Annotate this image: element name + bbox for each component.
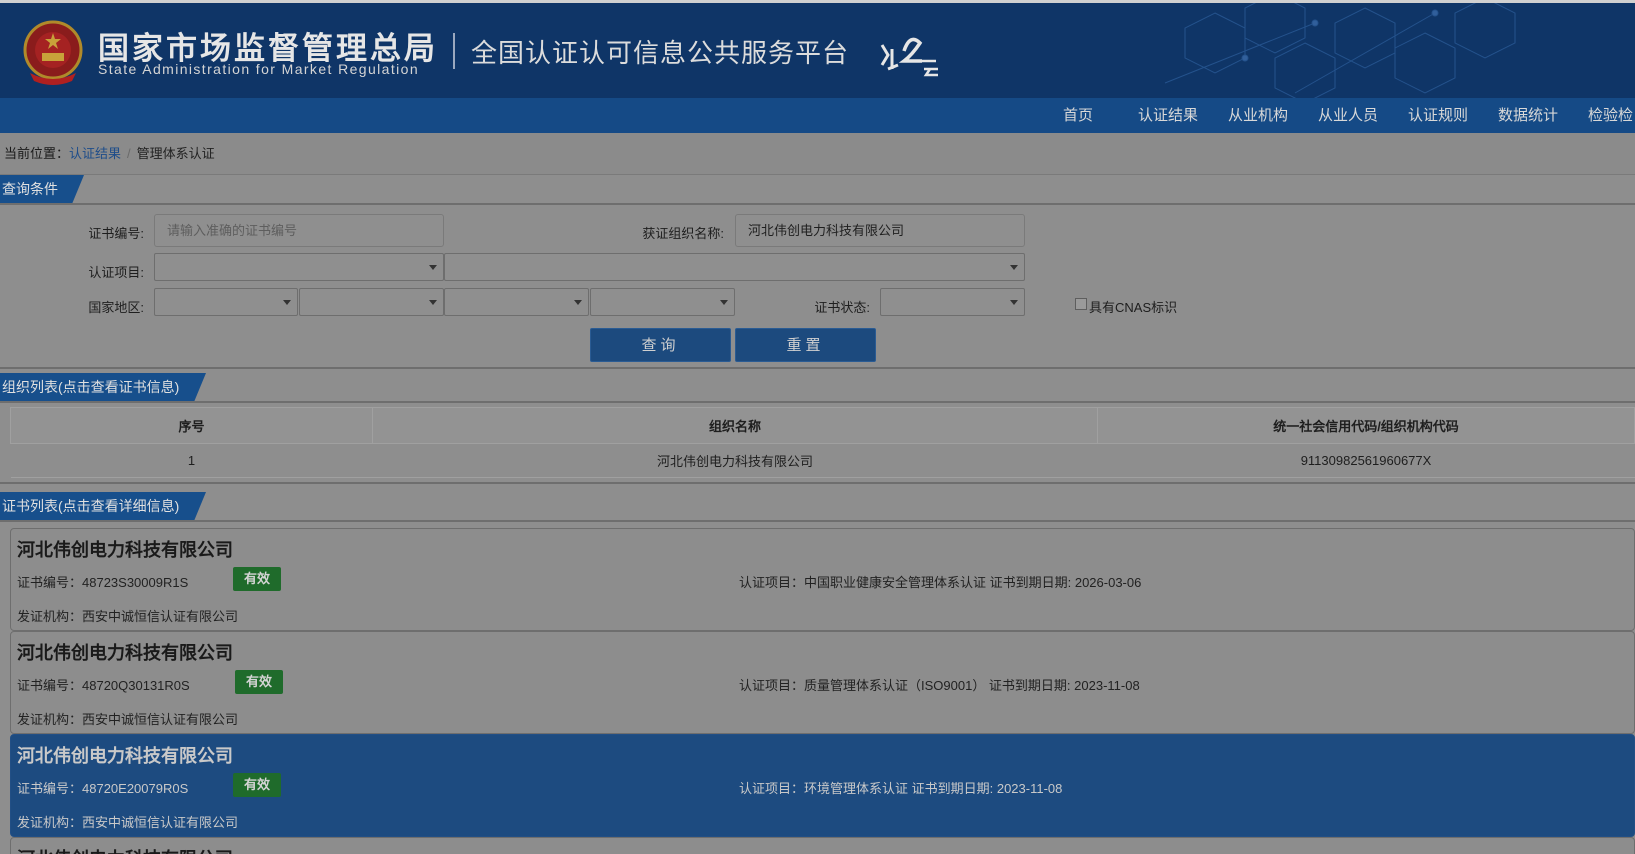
region-select-4[interactable]	[590, 288, 735, 316]
row-credit-code: 91130982561960677X	[1097, 443, 1635, 478]
cert-card[interactable]: 河北伟创电力科技有限公司 证书编号：48720Q30131R0S 有效 认证项目…	[10, 631, 1635, 734]
query-section-tab: 查询条件	[0, 175, 84, 204]
chevron-down-icon	[283, 300, 291, 305]
cert-org-name: 河北伟创电力科技有限公司	[17, 845, 233, 854]
cert-project: 认证项目：环境管理体系认证 证书到期日期: 2023-11-08	[739, 781, 1063, 796]
nav-institutions[interactable]: 从业机构	[1228, 98, 1288, 133]
cert-number: 证书编号：48720Q30131R0S	[17, 678, 190, 693]
org-table-header: 序号 组织名称 统一社会信用代码/组织机构代码	[10, 407, 1635, 444]
breadcrumb-label: 当前位置：	[4, 146, 70, 161]
nav-inspection[interactable]: 检验检	[1588, 98, 1633, 133]
cert-card-selected[interactable]: 河北伟创电力科技有限公司 证书编号：48720E20079R0S 有效 认证项目…	[10, 734, 1635, 837]
breadcrumb: 当前位置：认证结果 / 管理体系认证	[0, 133, 1635, 175]
cert-project-select-1[interactable]	[154, 253, 444, 281]
site-header: 国家市场监督管理总局 State Administration for Mark…	[0, 0, 1635, 98]
breadcrumb-link-cert-results[interactable]: 认证结果	[69, 146, 121, 161]
cnas-checkbox[interactable]	[1075, 298, 1087, 310]
national-emblem-icon	[23, 20, 83, 85]
breadcrumb-current: 管理体系认证	[136, 146, 215, 161]
cert-no-input[interactable]: 请输入准确的证书编号	[154, 214, 444, 247]
nav-cert-results[interactable]: 认证结果	[1138, 98, 1198, 133]
cert-issuer: 发证机构：西安中诚恒信认证有限公司	[17, 815, 239, 830]
cert-project: 认证项目：质量管理体系认证（ISO9001） 证书到期日期: 2023-11-0…	[739, 678, 1140, 693]
cert-issuer: 发证机构：西安中诚恒信认证有限公司	[17, 609, 239, 624]
cert-status-label: 证书状态:	[814, 300, 870, 315]
cert-org-name: 河北伟创电力科技有限公司	[17, 643, 233, 663]
org-list-section-tab: 组织列表(点击查看证书信息)	[0, 373, 206, 402]
cert-section-line	[0, 520, 1635, 522]
cert-no-label: 证书编号:	[88, 226, 144, 241]
cert-card[interactable]: 河北伟创电力科技有限公司	[10, 837, 1635, 854]
cert-status-select[interactable]	[880, 288, 1025, 316]
reset-button[interactable]: 重置	[735, 328, 876, 362]
cert-org-name: 河北伟创电力科技有限公司	[17, 746, 233, 766]
chevron-down-icon	[1010, 300, 1018, 305]
table-row[interactable]: 1 河北伟创电力科技有限公司 91130982561960677X	[10, 443, 1635, 478]
region-label: 国家地区:	[88, 300, 144, 315]
chevron-down-icon	[429, 300, 437, 305]
query-section-line	[0, 203, 1635, 205]
region-select-2[interactable]	[299, 288, 444, 316]
cert-project: 认证项目：中国职业健康安全管理体系认证 证书到期日期: 2026-03-06	[739, 575, 1142, 590]
header-divider	[453, 33, 455, 69]
cert-issuer: 发证机构：西安中诚恒信认证有限公司	[17, 712, 239, 727]
cert-card[interactable]: 河北伟创电力科技有限公司 证书编号：48723S30009R1S 有效 认证项目…	[10, 528, 1635, 631]
cert-number: 证书编号：48723S30009R1S	[17, 575, 189, 590]
nav-statistics[interactable]: 数据统计	[1498, 98, 1558, 133]
org-section-top-line	[0, 367, 1635, 369]
cert-project-select-2[interactable]	[444, 253, 1025, 281]
status-badge: 有效	[233, 773, 282, 797]
cert-project-label: 认证项目:	[88, 265, 144, 280]
org-name-label: 获证组织名称:	[642, 226, 724, 241]
cert-org-name: 河北伟创电力科技有限公司	[17, 540, 233, 560]
row-index: 1	[10, 443, 373, 478]
org-name-input[interactable]: 河北伟创电力科技有限公司	[735, 214, 1025, 247]
status-badge: 有效	[233, 567, 282, 591]
main-nav: 首页 认证结果 从业机构 从业人员 认证规则 数据统计 检验检	[0, 98, 1635, 133]
search-button[interactable]: 查询	[590, 328, 731, 362]
nav-home[interactable]: 首页	[1063, 98, 1093, 133]
col-org-name: 组织名称	[372, 407, 1098, 444]
platform-title: 全国认证认可信息公共服务平台	[471, 38, 850, 68]
chevron-down-icon	[429, 265, 437, 270]
chevron-down-icon	[720, 300, 728, 305]
cert-section-top-line	[0, 482, 1635, 484]
chevron-down-icon	[574, 300, 582, 305]
org-table: 序号 组织名称 统一社会信用代码/组织机构代码 1 河北伟创电力科技有限公司 9…	[10, 407, 1635, 478]
cert-list-section-tab: 证书列表(点击查看详细信息)	[0, 492, 206, 521]
nav-cert-rules[interactable]: 认证规则	[1408, 98, 1468, 133]
nav-practitioners[interactable]: 从业人员	[1318, 98, 1378, 133]
cnas-label: 具有CNAS标识	[1089, 300, 1178, 315]
breadcrumb-separator: /	[127, 146, 131, 161]
cert-number: 证书编号：48720E20079R0S	[17, 781, 189, 796]
region-select-1[interactable]	[154, 288, 298, 316]
row-org-name[interactable]: 河北伟创电力科技有限公司	[372, 443, 1098, 478]
col-credit-code: 统一社会信用代码/组织机构代码	[1097, 407, 1635, 444]
org-section-line	[0, 401, 1635, 403]
col-index: 序号	[10, 407, 373, 444]
chevron-down-icon	[1010, 265, 1018, 270]
status-badge: 有效	[235, 670, 284, 694]
renzheng-cloud-logo: 认云	[880, 37, 938, 77]
network-pattern-decoration	[1164, 3, 1516, 98]
region-select-3[interactable]	[444, 288, 589, 316]
agency-title-en: State Administration for Market Regulati…	[98, 61, 420, 77]
